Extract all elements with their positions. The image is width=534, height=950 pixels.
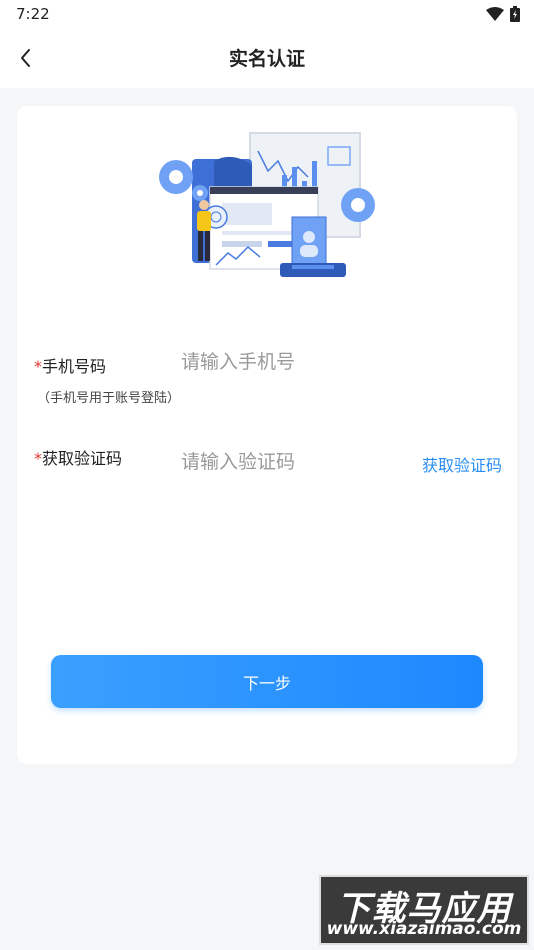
phone-label: *手机号码 (34, 353, 106, 377)
required-mark: * (34, 449, 42, 468)
nav-bar: 实名认证 (0, 28, 534, 88)
code-label-text: 获取验证码 (42, 449, 123, 468)
status-bar: 7:22 (0, 0, 534, 28)
wifi-icon (486, 7, 504, 21)
verification-card: *手机号码 （手机号用于账号登陆） *获取验证码 获取验证码 下一步 (17, 106, 517, 764)
status-icons (486, 6, 520, 22)
status-time: 7:22 (16, 5, 50, 23)
required-mark: * (34, 357, 42, 376)
phone-label-text: 手机号码 (42, 357, 107, 376)
watermark-url: www.xiazaimao.com (326, 919, 522, 939)
page-title: 实名认证 (228, 48, 305, 70)
phone-hint: （手机号用于账号登陆） (37, 391, 181, 406)
verification-illustration (159, 132, 375, 277)
next-step-button[interactable]: 下一步 (51, 655, 483, 708)
get-code-link[interactable]: 获取验证码 (422, 452, 502, 476)
code-label: *获取验证码 (34, 445, 122, 469)
phone-input[interactable] (181, 346, 481, 378)
battery-icon (510, 6, 520, 22)
code-input[interactable] (181, 446, 411, 478)
watermark-logo: 下载马应用 www.xiazaimao.com (319, 875, 529, 945)
